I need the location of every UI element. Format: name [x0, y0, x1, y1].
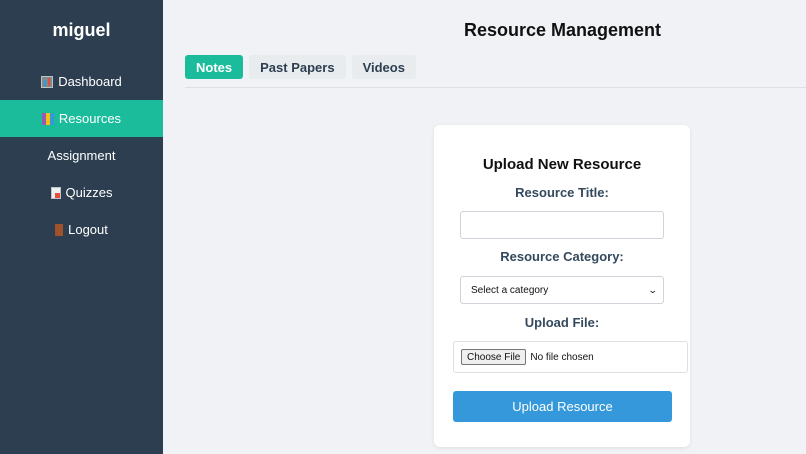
resource-tabs: Notes Past Papers Videos	[185, 55, 416, 79]
chevron-down-icon: ⌄	[648, 284, 659, 295]
resources-icon	[41, 112, 54, 125]
sidebar-item-dashboard[interactable]: Dashboard	[0, 63, 163, 100]
tab-videos[interactable]: Videos	[351, 55, 416, 79]
upload-resource-button[interactable]: Upload Resource	[453, 391, 672, 422]
sidebar-item-assignment[interactable]: Assignment	[0, 137, 163, 174]
resource-category-label: Resource Category:	[500, 249, 624, 264]
quizzes-icon	[50, 186, 61, 199]
file-input: Choose File No file chosen	[453, 341, 688, 373]
app: miguel Dashboard Resources Assignment Qu…	[0, 0, 806, 454]
form-title: Upload New Resource	[482, 156, 642, 173]
sidebar-item-logout[interactable]: Logout	[0, 211, 163, 248]
sidebar-nav: Dashboard Resources Assignment Quizzes L…	[0, 63, 163, 248]
sidebar-item-resources[interactable]: Resources	[0, 100, 163, 137]
sidebar-item-quizzes[interactable]: Quizzes	[0, 174, 163, 211]
sidebar-item-label: Assignment	[47, 148, 116, 163]
brand-name: miguel	[52, 20, 111, 40]
page-title: Resource Management	[463, 20, 662, 40]
main-content: Resource Management Notes Past Papers Vi…	[163, 0, 806, 454]
sidebar-item-label: Resources	[58, 111, 122, 126]
dashboard-icon	[41, 75, 54, 88]
tab-notes[interactable]: Notes	[185, 55, 244, 79]
file-status: No file chosen	[530, 351, 594, 363]
resource-title-input[interactable]	[460, 211, 664, 239]
sidebar-item-label: Quizzes	[65, 185, 113, 200]
resource-title-label: Resource Title:	[515, 185, 609, 200]
upload-form-card: Upload New Resource Resource Title: Reso…	[434, 125, 690, 447]
selected-category: Select a category	[471, 284, 549, 296]
tabs-divider	[185, 87, 806, 88]
tab-past-papers[interactable]: Past Papers	[249, 55, 346, 79]
sidebar: miguel Dashboard Resources Assignment Qu…	[0, 0, 163, 454]
choose-file-button[interactable]: Choose File	[461, 349, 527, 365]
sidebar-item-label: Dashboard	[58, 74, 122, 89]
resource-category-select[interactable]: Select a category ⌄	[460, 276, 664, 304]
upload-file-label: Upload File:	[524, 315, 600, 330]
logout-icon	[55, 223, 64, 236]
sidebar-item-label: Logout	[68, 222, 108, 237]
